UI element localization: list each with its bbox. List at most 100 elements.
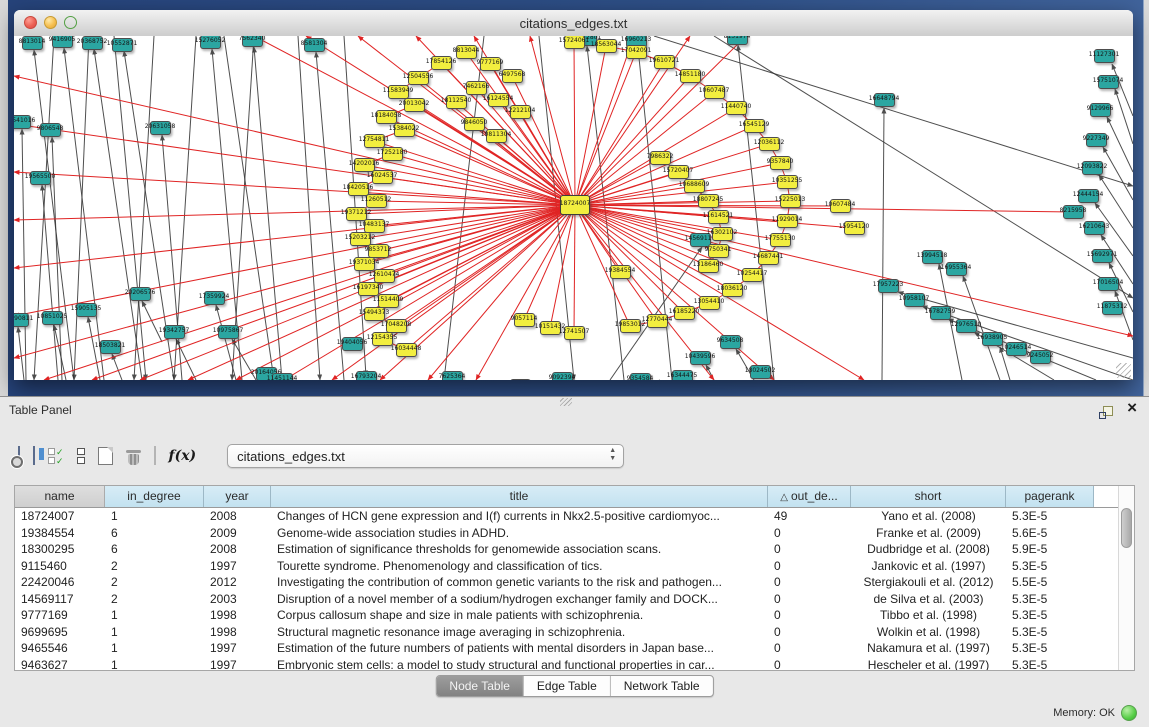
network-node[interactable]: 8131974 — [727, 36, 748, 45]
scrollbar-thumb[interactable] — [1121, 508, 1132, 548]
network-node[interactable]: 15954120 — [844, 221, 865, 235]
network-node[interactable]: 15751074 — [1098, 75, 1119, 89]
table-row[interactable]: 911546021997Tourette syndrome. Phenomeno… — [15, 558, 1134, 575]
network-node[interactable]: 19610721 — [654, 55, 675, 69]
network-node[interactable]: 12741507 — [564, 326, 585, 340]
network-node[interactable]: 20368752 — [82, 36, 103, 50]
network-node[interactable]: 9416905 — [52, 36, 73, 48]
network-node[interactable]: 18112540 — [446, 95, 467, 109]
table-row[interactable]: 1872400712008Changes of HCN gene express… — [15, 508, 1134, 525]
network-node[interactable]: 12610474 — [374, 269, 395, 283]
network-node[interactable]: 15494373 — [364, 307, 385, 321]
network-node[interactable]: 19853012 — [620, 319, 641, 333]
row-mode-icon[interactable] — [77, 448, 85, 464]
network-node[interactable]: 9129966 — [1090, 103, 1111, 117]
network-node[interactable]: 18036120 — [722, 283, 743, 297]
network-node[interactable]: 14202016 — [354, 158, 375, 172]
network-node[interactable]: 10151432 — [540, 321, 561, 335]
network-node[interactable]: 9777169 — [480, 57, 501, 71]
network-node[interactable]: 19371212 — [346, 207, 367, 221]
table-row[interactable]: 1456911722003Disruption of a novel membe… — [15, 591, 1134, 608]
network-node[interactable]: 15384022 — [394, 123, 415, 137]
delete-table-icon[interactable] — [154, 447, 156, 465]
network-node[interactable]: 16793204 — [356, 371, 377, 380]
network-node[interactable]: 10552871 — [112, 38, 133, 52]
network-node[interactable]: 10483137 — [364, 219, 385, 233]
network-node[interactable]: 14687441 — [758, 251, 779, 265]
column-header-year[interactable]: year — [204, 486, 271, 507]
network-node[interactable]: 9227349 — [1086, 133, 1107, 147]
network-node[interactable]: 16648794 — [874, 93, 895, 107]
network-node[interactable]: 16185220 — [674, 306, 695, 320]
network-node[interactable]: 20631058 — [150, 121, 171, 135]
network-node[interactable]: 18807245 — [698, 194, 719, 208]
column-header-short[interactable]: short — [851, 486, 1006, 507]
network-node[interactable]: 9750341 — [708, 244, 729, 258]
network-node[interactable]: 13186460 — [698, 259, 719, 273]
network-node[interactable]: 18563044 — [596, 39, 617, 53]
table-row[interactable]: 1830029562008Estimation of significance … — [15, 541, 1134, 558]
network-node[interactable]: 10688609 — [684, 179, 705, 193]
network-node[interactable]: 20013042 — [404, 98, 425, 112]
network-node[interactable]: 15692971 — [1092, 249, 1113, 263]
network-node[interactable]: 9354584 — [630, 373, 651, 380]
network-node[interactable]: 9092394 — [552, 372, 573, 380]
network-node[interactable]: 10851025 — [42, 311, 63, 325]
resize-grip-icon[interactable] — [1116, 363, 1131, 378]
network-node[interactable]: 16197340 — [358, 282, 379, 296]
network-node[interactable]: 12444154 — [1078, 189, 1099, 203]
network-node[interactable]: 17755130 — [770, 233, 791, 247]
network-node[interactable]: 10975867 — [218, 325, 239, 339]
network-node[interactable]: 16034448 — [396, 343, 417, 357]
network-node[interactable]: 8215958 — [1063, 205, 1084, 219]
network-canvas[interactable]: 8813014941690520368752105528711527605275… — [14, 36, 1133, 380]
network-node[interactable]: 10351255 — [777, 175, 798, 189]
table-row[interactable]: 1938455462009Genome-wide association stu… — [15, 525, 1134, 542]
zoom-button[interactable] — [64, 16, 77, 29]
column-header-pagerank[interactable]: pagerank — [1006, 486, 1094, 507]
network-node[interactable]: 17957223 — [878, 279, 899, 293]
network-node[interactable]: 19565295 — [510, 379, 531, 380]
network-node[interactable]: 12770444 — [647, 314, 668, 328]
new-column-icon[interactable] — [98, 447, 113, 465]
network-node[interactable]: 7562340 — [242, 36, 263, 47]
network-node[interactable]: 8813014 — [22, 36, 43, 50]
network-node[interactable]: 11583949 — [388, 85, 409, 99]
network-node[interactable]: 15905135 — [76, 303, 97, 317]
network-node[interactable]: 16124554 — [488, 93, 509, 107]
tab-edge-table[interactable]: Edge Table — [524, 676, 611, 696]
network-node[interactable]: 16302102 — [712, 227, 733, 241]
network-node[interactable]: 7625364 — [442, 371, 463, 380]
tab-node-table[interactable]: Node Table — [436, 676, 524, 696]
network-node[interactable]: 10246514 — [1006, 342, 1027, 356]
network-node[interactable]: 16344475 — [672, 370, 693, 380]
column-header-in_degree[interactable]: in_degree — [105, 486, 204, 507]
column-header-title[interactable]: title — [271, 486, 768, 507]
network-node[interactable]: 13054410 — [699, 296, 720, 310]
float-panel-icon[interactable] — [1099, 406, 1113, 419]
network-node[interactable]: 15724061 — [564, 36, 585, 49]
network-node[interactable]: 12093822 — [1082, 161, 1103, 175]
delete-columns-icon[interactable] — [126, 447, 141, 465]
network-node[interactable]: 16938905 — [982, 332, 1003, 346]
network-node[interactable]: 18724007 — [560, 195, 590, 215]
minimize-button[interactable] — [44, 16, 57, 29]
table-row[interactable]: 2242004622012Investigating the contribut… — [15, 574, 1134, 591]
network-node[interactable]: 11440740 — [726, 101, 747, 115]
network-node[interactable]: 15720407 — [668, 165, 689, 179]
network-node[interactable]: 19371034 — [354, 257, 375, 271]
table-select[interactable]: citations_edges.txt ▲▼ — [227, 444, 624, 468]
network-node[interactable]: 16545129 — [744, 119, 765, 133]
network-node[interactable]: 12154355 — [372, 332, 393, 346]
network-node[interactable]: 19404056 — [342, 337, 363, 351]
network-node[interactable]: 7462166 — [466, 81, 487, 95]
network-node[interactable]: 15225013 — [780, 194, 801, 208]
table-row[interactable]: 946554611997Estimation of the future num… — [15, 640, 1134, 657]
network-node[interactable]: 17048208 — [386, 319, 407, 333]
column-header-name[interactable]: name — [15, 486, 105, 507]
network-node[interactable]: 7986322 — [650, 151, 671, 165]
network-node[interactable]: 17016504 — [1098, 277, 1119, 291]
network-node[interactable]: 12212104 — [510, 105, 531, 119]
network-node[interactable]: 9853712 — [368, 244, 389, 258]
memory-indicator[interactable] — [1121, 705, 1137, 721]
